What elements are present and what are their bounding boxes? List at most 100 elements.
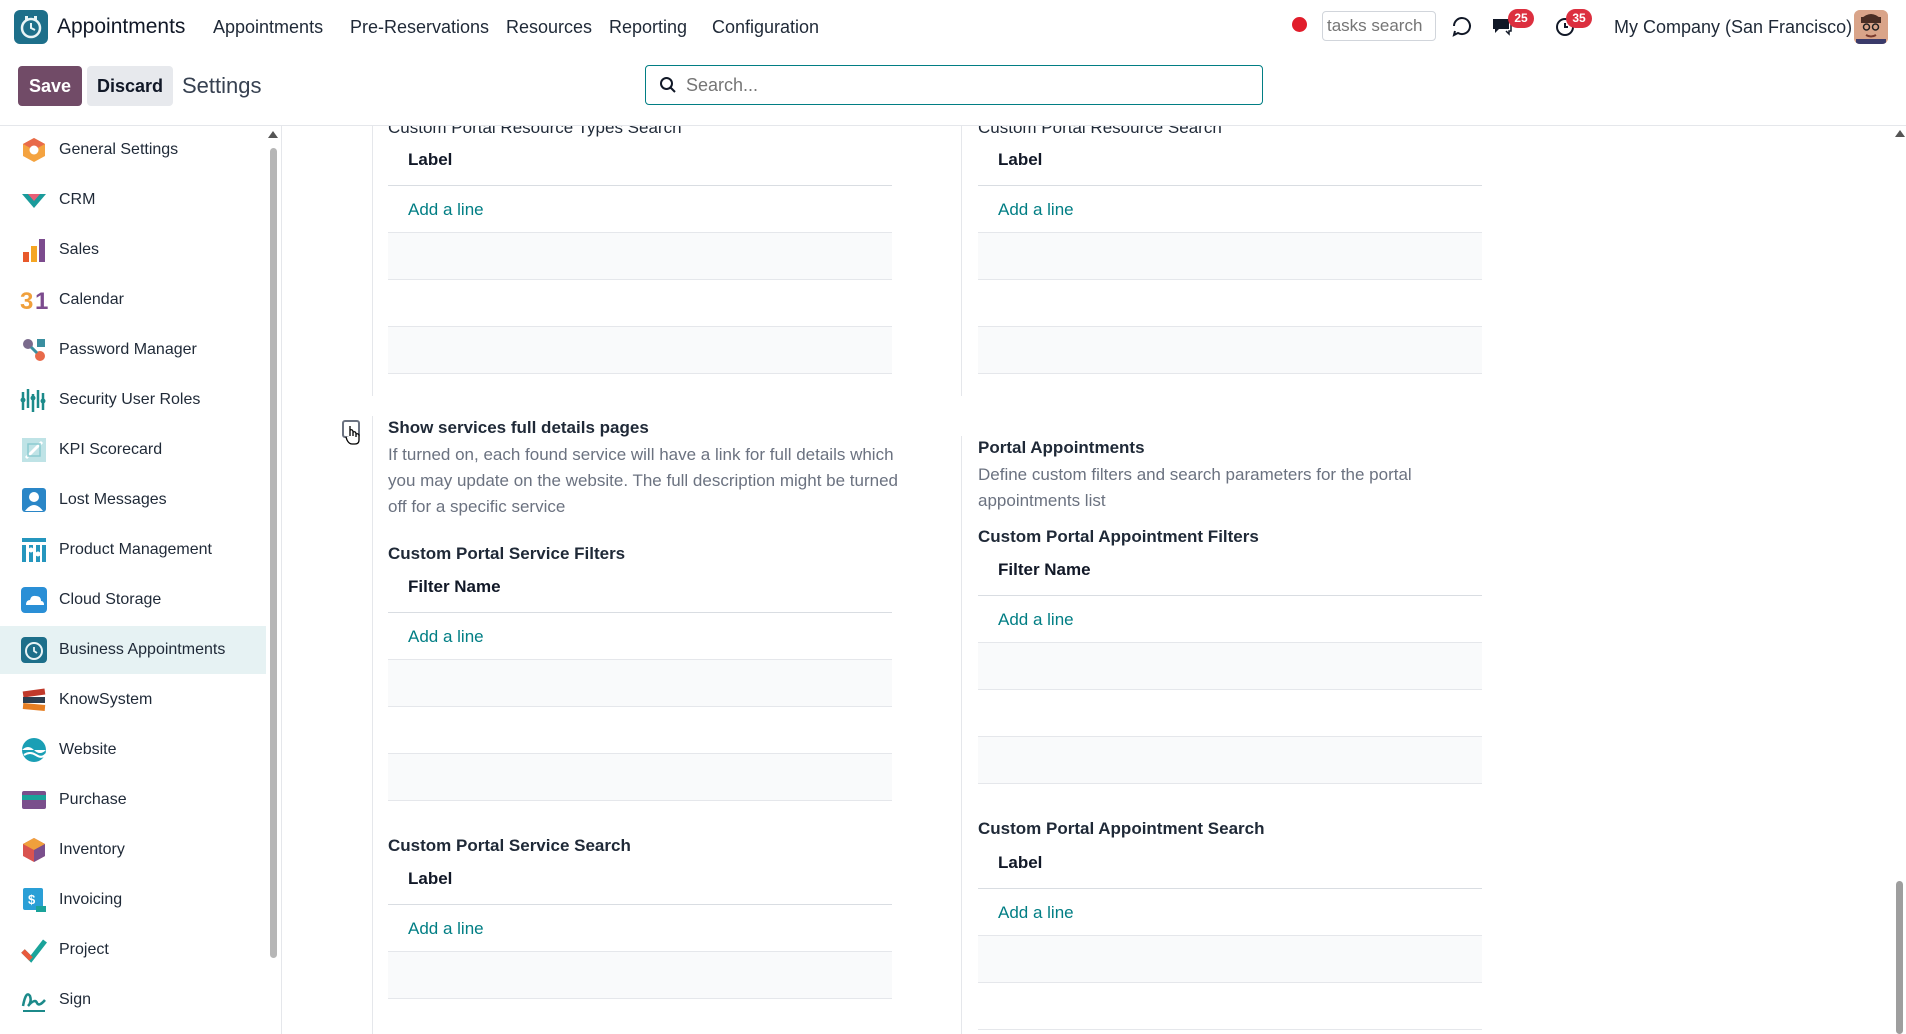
main-scrollbar[interactable] [1896, 881, 1903, 1034]
user-avatar[interactable] [1854, 10, 1888, 44]
add-line-link[interactable]: Add a line [978, 186, 1482, 233]
table-row [978, 690, 1482, 737]
table-row [388, 754, 892, 801]
service-filters-table: Filter Name Add a line [388, 553, 892, 801]
table-row [978, 983, 1482, 1030]
sidebar-item-label: KPI Scorecard [59, 441, 163, 458]
security-user-roles-icon [20, 389, 46, 412]
sidebar-item-website[interactable]: Website [0, 726, 266, 774]
svg-text:$: $ [28, 892, 36, 907]
add-line-link[interactable]: Add a line [388, 613, 892, 660]
sidebar-item-crm[interactable]: CRM [0, 176, 266, 224]
service-search-table: Label Add a line [388, 845, 892, 1034]
sidebar-item-business-appointments[interactable]: Business Appointments [0, 626, 266, 674]
sidebar-scroll-up-arrow[interactable] [268, 131, 278, 138]
sales-icon [23, 239, 45, 262]
resource-search-table: Label Add a line [978, 126, 1482, 374]
table-row [978, 327, 1482, 374]
app-name[interactable]: Appointments [57, 15, 185, 39]
crm-icon [22, 194, 46, 208]
knowsystem-icon [22, 688, 46, 711]
main-scroll-up-arrow[interactable] [1895, 130, 1905, 137]
sidebar-item-sign[interactable]: Sign [0, 976, 266, 1024]
inventory-icon [23, 838, 45, 862]
sidebar-item-label: KnowSystem [59, 691, 153, 708]
table-row [978, 233, 1482, 280]
website-icon [22, 738, 47, 762]
appointment-search-table: Label Add a line [978, 829, 1482, 1030]
general-settings-icon [23, 138, 45, 162]
sidebar-item-password-manager[interactable]: Password Manager [0, 326, 266, 374]
add-line-link[interactable]: Add a line [388, 186, 892, 233]
table-header-filter-name: Filter Name [978, 536, 1482, 596]
menu-resources[interactable]: Resources [506, 17, 592, 38]
settings-content: Custom Portal Resource Types Search Labe… [283, 126, 1906, 1034]
sidebar-item-inventory[interactable]: Inventory [0, 826, 266, 874]
kpi-scorecard-icon [22, 438, 46, 462]
table-row [388, 327, 892, 374]
discuss-refresh-icon[interactable] [1448, 12, 1476, 40]
sidebar-item-label: Lost Messages [59, 491, 167, 508]
settings-search-box[interactable] [645, 65, 1263, 105]
sidebar-item-cloud-storage[interactable]: Cloud Storage [0, 576, 266, 624]
menu-appointments[interactable]: Appointments [213, 17, 323, 38]
sidebar-item-label: Purchase [59, 791, 127, 808]
menu-pre-reservations[interactable]: Pre-Reservations [350, 17, 489, 38]
hand-cursor-icon [345, 426, 360, 445]
show-services-details-description: If turned on, each found service will ha… [388, 445, 898, 516]
save-button[interactable]: Save [18, 66, 82, 106]
table-header-filter-name: Filter Name [388, 553, 892, 613]
sidebar-item-purchase[interactable]: Purchase [0, 776, 266, 824]
appointments-app-icon[interactable] [14, 10, 48, 44]
recording-indicator-icon[interactable] [1292, 17, 1307, 32]
show-services-details-title: Show services full details pages [388, 418, 649, 437]
sidebar-item-calendar[interactable]: 31 Calendar [0, 276, 266, 324]
sidebar-item-general-settings[interactable]: General Settings [0, 126, 266, 174]
invoicing-icon: $ [23, 888, 46, 912]
sidebar-item-label: Website [59, 741, 117, 758]
appointment-filters-table: Filter Name Add a line [978, 536, 1482, 784]
sidebar-item-security-user-roles[interactable]: Security User Roles [0, 376, 266, 424]
table-header-label: Label [388, 845, 892, 905]
tasks-search-input[interactable] [1322, 11, 1436, 41]
activities-badge: 35 [1566, 9, 1592, 28]
purchase-icon [22, 791, 46, 809]
search-input[interactable] [686, 73, 1246, 97]
sidebar-item-sales[interactable]: Sales [0, 226, 266, 274]
left-column-divider [372, 416, 373, 1034]
settings-sidebar: General Settings CRM Sales 31 Calendar P… [0, 126, 282, 1034]
sidebar-item-product-management[interactable]: Product Management [0, 526, 266, 574]
portal-appointments-title: Portal Appointments [978, 438, 1145, 457]
sidebar-item-label: Project [59, 941, 109, 958]
table-row [388, 707, 892, 754]
right-column-divider [961, 436, 962, 1034]
table-row [978, 643, 1482, 690]
sidebar-item-lost-messages[interactable]: Lost Messages [0, 476, 266, 524]
portal-appointments-description: Define custom filters and search paramet… [978, 465, 1412, 510]
add-line-link[interactable]: Add a line [978, 596, 1482, 643]
business-appointments-icon [21, 637, 47, 663]
company-switcher[interactable]: My Company (San Francisco) [1614, 17, 1852, 38]
control-panel: Save Discard Settings [0, 54, 1906, 126]
table-row [388, 660, 892, 707]
sidebar-item-label: Password Manager [59, 341, 197, 358]
sidebar-item-kpi-scorecard[interactable]: KPI Scorecard [0, 426, 266, 474]
add-line-link[interactable]: Add a line [388, 905, 892, 952]
menu-configuration[interactable]: Configuration [712, 17, 819, 38]
product-management-icon [22, 538, 46, 562]
project-icon [21, 939, 47, 963]
sidebar-item-label: Business Appointments [59, 641, 226, 658]
menu-reporting[interactable]: Reporting [609, 17, 687, 38]
add-line-link[interactable]: Add a line [978, 889, 1482, 936]
sidebar-item-knowsystem[interactable]: KnowSystem [0, 676, 266, 724]
messages-badge: 25 [1508, 9, 1534, 28]
sidebar-item-project[interactable]: Project [0, 926, 266, 974]
sidebar-item-label: Sign [59, 991, 92, 1008]
sidebar-item-invoicing[interactable]: $ Invoicing [0, 876, 266, 924]
table-header-label: Label [978, 829, 1482, 889]
discard-button[interactable]: Discard [87, 66, 173, 106]
sidebar-item-label: General Settings [59, 141, 179, 158]
sidebar-scrollbar[interactable] [270, 148, 277, 958]
sign-icon [21, 993, 46, 1012]
calendar-icon: 31 [20, 288, 48, 314]
